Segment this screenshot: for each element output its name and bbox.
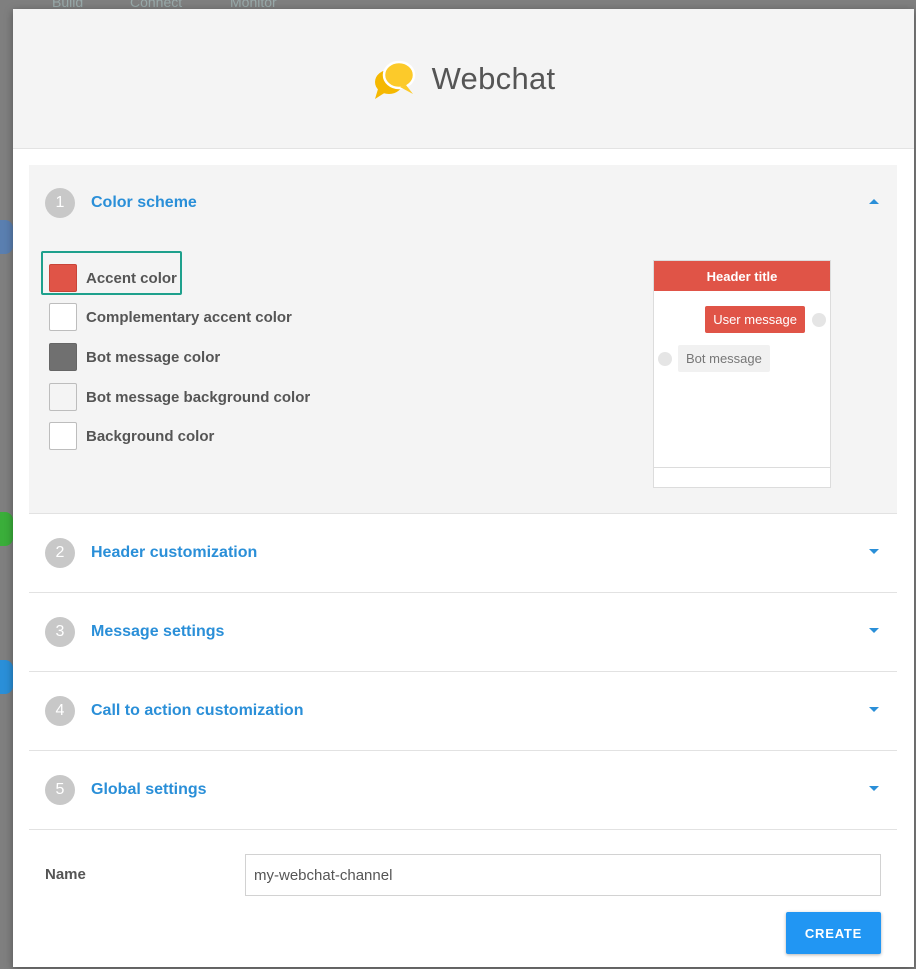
chevron-up-icon[interactable]: [869, 199, 879, 204]
background-channel-icon: [0, 660, 13, 694]
preview-user-message: User message: [705, 306, 805, 333]
user-avatar-icon: [812, 313, 826, 327]
section-title: Header customization: [91, 544, 258, 561]
step-number-badge: 5: [45, 775, 75, 805]
section-call-to-action: 4 Call to action customization: [29, 672, 897, 751]
accent-color-swatch[interactable]: [49, 264, 77, 292]
section-title: Global settings: [91, 781, 207, 798]
webchat-modal: Webchat 1 Color scheme Accent color Comp…: [13, 9, 914, 967]
section-header-message-settings[interactable]: 3 Message settings: [29, 593, 897, 671]
chevron-down-icon[interactable]: [869, 786, 879, 791]
color-option-bot-message[interactable]: Bot message color: [49, 343, 220, 371]
step-number-badge: 1: [45, 188, 75, 218]
section-title: Color scheme: [91, 194, 197, 211]
modal-header: Webchat: [13, 9, 914, 149]
chevron-down-icon[interactable]: [869, 628, 879, 633]
color-option-accent[interactable]: Accent color: [49, 264, 177, 292]
chat-bubbles-icon: [374, 60, 415, 99]
section-header-header-customization[interactable]: 2 Header customization: [29, 514, 897, 592]
color-option-label: Accent color: [86, 269, 177, 287]
color-option-label: Complementary accent color: [86, 308, 292, 326]
preview-input-bar: [654, 467, 830, 487]
color-option-bot-message-background[interactable]: Bot message background color: [49, 383, 310, 411]
color-option-label: Bot message color: [86, 348, 221, 366]
section-global-settings: 5 Global settings: [29, 751, 897, 830]
webchat-preview: Header title User message Bot message: [653, 260, 831, 488]
name-row: Name: [29, 854, 897, 896]
preview-header: Header title: [654, 261, 830, 291]
background-channel-icon: [0, 220, 13, 254]
color-option-label: Background color: [86, 427, 215, 445]
bot-avatar-icon: [658, 352, 672, 366]
complementary-accent-color-swatch[interactable]: [49, 303, 77, 331]
section-message-settings: 3 Message settings: [29, 593, 897, 672]
section-header-global-settings[interactable]: 5 Global settings: [29, 751, 897, 829]
background-color-swatch[interactable]: [49, 422, 77, 450]
step-number-badge: 2: [45, 538, 75, 568]
color-option-complementary-accent[interactable]: Complementary accent color: [49, 303, 292, 331]
color-option-label: Bot message background color: [86, 388, 311, 406]
section-title: Call to action customization: [91, 702, 304, 719]
step-number-badge: 3: [45, 617, 75, 647]
section-title: Message settings: [91, 623, 225, 640]
color-option-background[interactable]: Background color: [49, 422, 214, 450]
chevron-down-icon[interactable]: [869, 549, 879, 554]
create-button[interactable]: CREATE: [786, 912, 881, 954]
section-header-color-scheme[interactable]: 1 Color scheme: [29, 165, 897, 241]
section-header-customization: 2 Header customization: [29, 514, 897, 593]
background-channel-icon: [0, 512, 13, 546]
section-color-scheme: 1 Color scheme Accent color Complementar…: [29, 165, 897, 514]
name-label: Name: [45, 866, 86, 883]
chevron-down-icon[interactable]: [869, 707, 879, 712]
name-input[interactable]: [245, 854, 881, 896]
bot-message-background-color-swatch[interactable]: [49, 383, 77, 411]
step-number-badge: 4: [45, 696, 75, 726]
section-header-call-to-action[interactable]: 4 Call to action customization: [29, 672, 897, 750]
preview-bot-message: Bot message: [678, 345, 770, 372]
modal-title: Webchat: [431, 60, 556, 96]
bot-message-color-swatch[interactable]: [49, 343, 77, 371]
